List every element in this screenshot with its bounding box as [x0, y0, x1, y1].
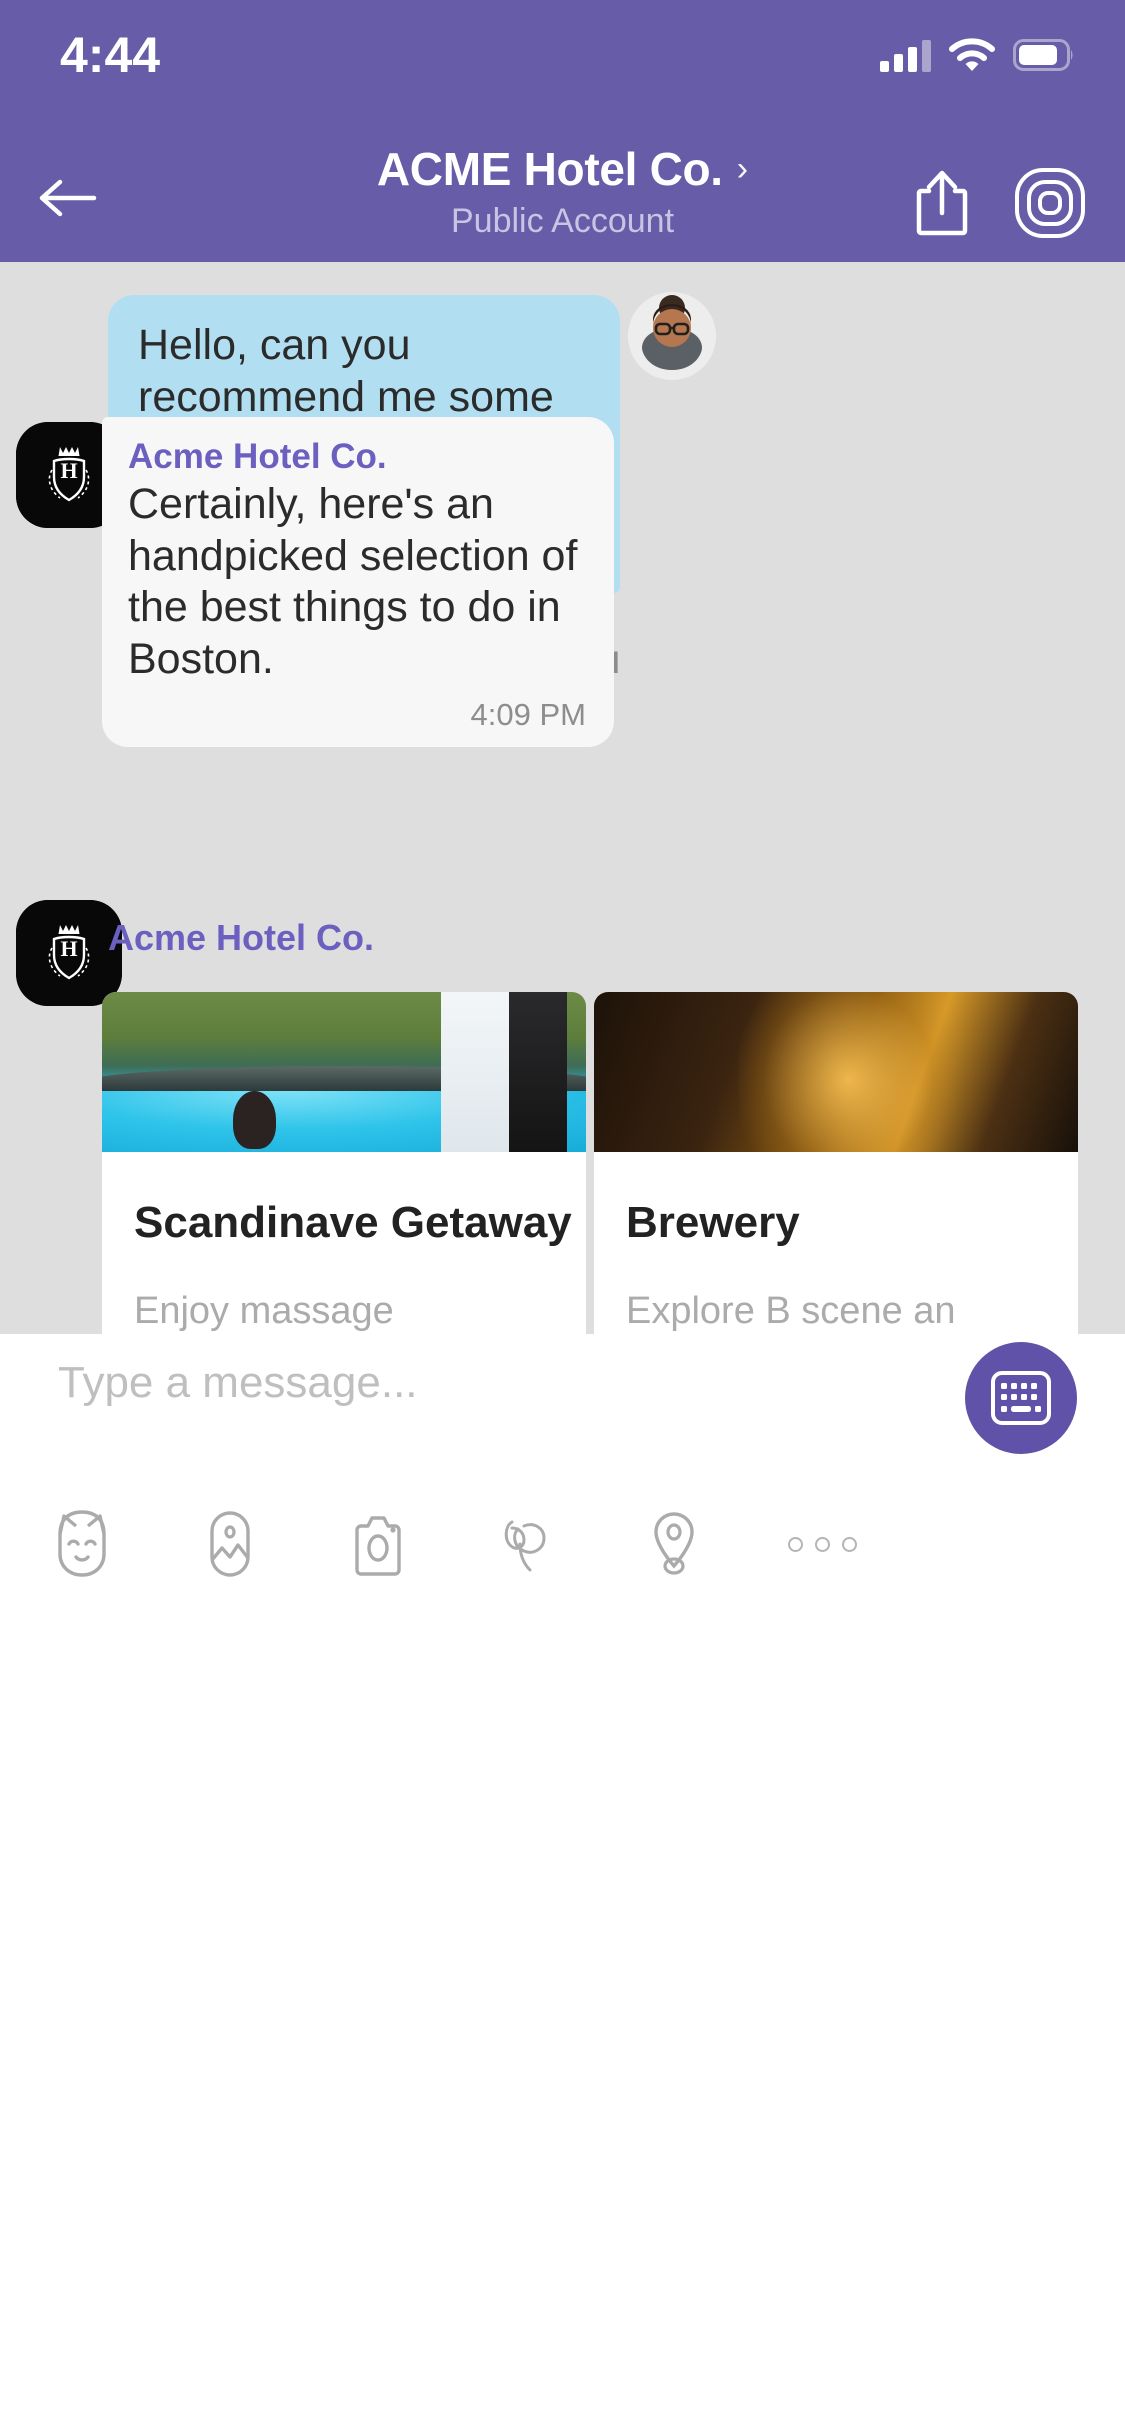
card-title: Scandinave Getaway — [134, 1198, 572, 1247]
card-image — [594, 992, 1078, 1152]
viber-more-icon — [1015, 168, 1085, 238]
share-icon — [916, 170, 968, 236]
composer-tools — [0, 1492, 1125, 1596]
status-bar-icons — [880, 38, 1075, 72]
camera-icon — [355, 1516, 401, 1576]
chevron-right-icon: › — [736, 150, 749, 188]
doodle-icon — [504, 1520, 546, 1572]
message-bubble-incoming[interactable]: Acme Hotel Co. Certainly, here's an hand… — [102, 417, 614, 748]
user-avatar-icon — [628, 292, 716, 380]
svg-text:H: H — [60, 936, 77, 961]
location-button[interactable] — [622, 1492, 726, 1596]
message-timestamp: 4:09 PM — [470, 697, 586, 733]
card-image — [102, 992, 586, 1152]
camera-button[interactable] — [326, 1492, 430, 1596]
keyboard-icon — [991, 1371, 1051, 1425]
share-button[interactable] — [899, 160, 985, 246]
battery-icon — [1013, 39, 1073, 71]
chat-screen: 4:44 ACME Hotel Co. › Public Account Hel… — [0, 0, 1125, 2436]
svg-text:H: H — [60, 458, 77, 483]
card-description: Enjoy massage treatments situated in a s… — [134, 1290, 394, 1332]
message-composer: Type a message... — [0, 1334, 1125, 2436]
sticker-icon — [58, 1510, 106, 1577]
more-options-button[interactable] — [770, 1492, 874, 1596]
gallery-icon — [210, 1511, 250, 1577]
message-sender-name: Acme Hotel Co. — [128, 437, 387, 476]
acme-hotel-logo-icon: H — [16, 900, 122, 1006]
status-bar: 4:44 — [0, 0, 1125, 132]
sticker-button[interactable] — [30, 1492, 134, 1596]
wifi-icon — [949, 38, 995, 71]
card-title: Brewery — [626, 1198, 800, 1247]
location-pin-icon — [654, 1512, 694, 1575]
doodle-button[interactable] — [474, 1492, 578, 1596]
carousel-card[interactable]: Brewery Explore B scene an C — [594, 992, 1078, 1334]
message-text: Certainly, here's an handpicked selectio… — [128, 480, 578, 683]
card-description: Explore B scene an — [626, 1290, 956, 1332]
avatar[interactable]: H — [16, 900, 122, 1006]
status-bar-time: 4:44 — [60, 27, 161, 83]
app-menu-button[interactable] — [1007, 160, 1093, 246]
page-title: ACME Hotel Co. — [376, 143, 723, 195]
gallery-button[interactable] — [178, 1492, 282, 1596]
message-input[interactable]: Type a message... — [58, 1358, 418, 1408]
navigation-bar: ACME Hotel Co. › Public Account — [0, 132, 1125, 262]
keyboard-button[interactable] — [965, 1342, 1077, 1454]
rich-media-carousel[interactable]: Scandinave Getaway Enjoy massage treatme… — [0, 992, 1125, 1334]
more-options-icon — [787, 1536, 857, 1552]
account-type-label: Public Account — [450, 202, 675, 240]
nav-actions — [899, 160, 1093, 246]
cellular-signal-icon — [880, 38, 931, 72]
carousel-sender-name: Acme Hotel Co. — [108, 917, 375, 958]
carousel-card[interactable]: Scandinave Getaway Enjoy massage treatme… — [102, 992, 586, 1334]
message-list[interactable]: Hello, can you recommend me some restaur… — [0, 262, 1125, 1334]
avatar — [628, 292, 716, 380]
